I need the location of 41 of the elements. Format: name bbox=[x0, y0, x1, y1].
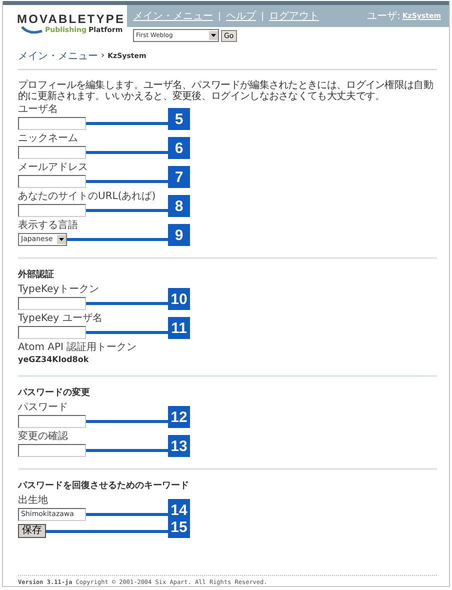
callout-number: 13 bbox=[168, 435, 190, 457]
field-label: パスワード bbox=[18, 402, 69, 414]
field-label: TypeKey ユーザ名 bbox=[18, 313, 104, 325]
swoosh-icon bbox=[21, 26, 43, 34]
field-label: メールアドレス bbox=[18, 162, 89, 174]
breadcrumb-separator: › bbox=[101, 51, 105, 61]
field-label: ニックネーム bbox=[18, 133, 79, 145]
callout-number: 8 bbox=[168, 195, 190, 217]
save-button[interactable]: 保存 bbox=[18, 524, 46, 538]
user-label: ユーザ: bbox=[366, 10, 400, 23]
callout-number: 6 bbox=[168, 137, 190, 159]
breadcrumb-link[interactable]: メイン・メニュー bbox=[18, 49, 98, 63]
callout-number: 12 bbox=[168, 406, 190, 428]
callout-number: 11 bbox=[168, 317, 190, 339]
logo-text: MOVABLETYPE bbox=[17, 13, 126, 26]
field-label: Atom API 認証用トークン bbox=[18, 342, 138, 354]
dropdown-arrow-icon bbox=[57, 234, 66, 244]
token-value: yeGZ34Klod8ok bbox=[18, 355, 90, 364]
field-label: 表示する言語 bbox=[18, 220, 79, 232]
section-title: パスワードを回復させるためのキーワード bbox=[18, 480, 190, 492]
input-field[interactable] bbox=[18, 174, 86, 188]
input-field[interactable] bbox=[18, 414, 86, 428]
intro-text: プロフィールを編集します。ユーザ名、パスワードが編集されたときには、ログイン権限は自動的に更新されます。いいかえると、変更後、ログインしなおさなくても大丈夫です。 bbox=[18, 80, 434, 102]
field-label: ユーザ名 bbox=[18, 104, 59, 116]
input-field[interactable] bbox=[18, 204, 86, 216]
callout-number: 7 bbox=[168, 166, 190, 188]
input-field[interactable] bbox=[18, 116, 86, 130]
input-field[interactable] bbox=[18, 296, 86, 310]
callout-number: 5 bbox=[168, 108, 190, 130]
section-title: 外部認証 bbox=[18, 268, 55, 281]
field-label: TypeKeyトークン bbox=[18, 284, 100, 296]
section-title: パスワードの変更 bbox=[18, 386, 91, 399]
callout-number: 10 bbox=[168, 288, 190, 310]
input-field[interactable] bbox=[18, 146, 86, 158]
field-label: 出生地 bbox=[18, 495, 49, 507]
callout-number: 9 bbox=[168, 224, 190, 246]
input-field[interactable] bbox=[18, 326, 86, 338]
field-label: あなたのサイトのURL(あれば) bbox=[18, 191, 157, 203]
dropdown-arrow-icon bbox=[209, 31, 218, 40]
field-label: 変更の確認 bbox=[18, 431, 69, 443]
input-field[interactable] bbox=[18, 444, 86, 456]
